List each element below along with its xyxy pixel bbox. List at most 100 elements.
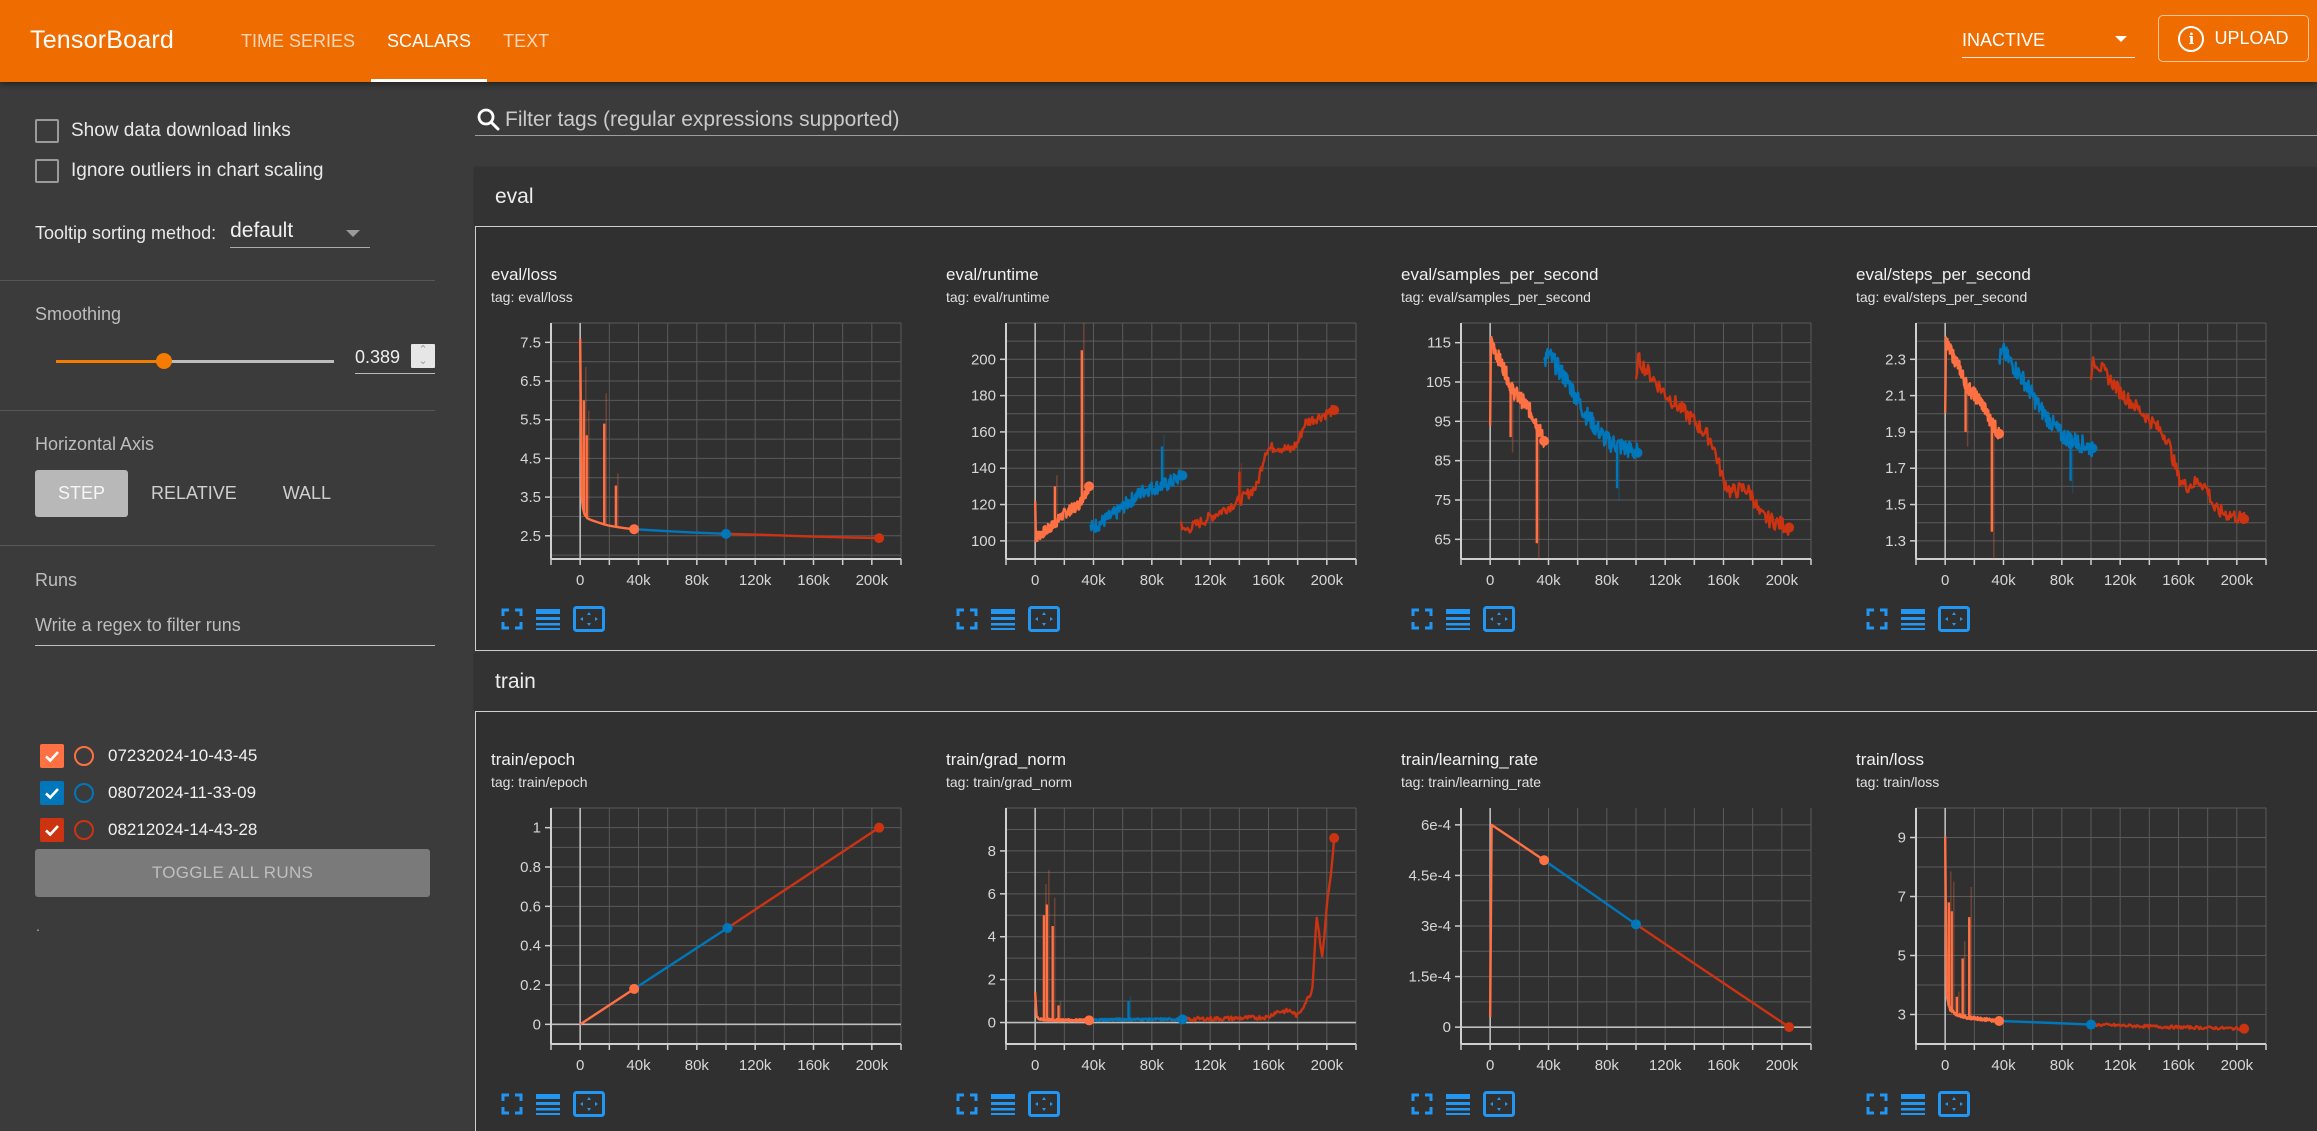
fit-domain-icon[interactable] — [573, 1091, 605, 1122]
toggle-log-scale-icon[interactable] — [1900, 1093, 1926, 1120]
toggle-log-scale-icon[interactable] — [535, 608, 561, 635]
tooltip-sorting-select[interactable]: default — [230, 218, 371, 248]
series-endpoint[interactable] — [874, 533, 885, 544]
series-line[interactable] — [1179, 404, 1336, 534]
series-endpoint[interactable] — [1084, 1015, 1095, 1026]
fit-domain-icon[interactable] — [1483, 606, 1515, 637]
series-line[interactable] — [1488, 823, 1545, 1018]
series-line[interactable] — [1088, 1017, 1183, 1023]
series-line[interactable] — [1999, 1019, 2092, 1026]
fullscreen-icon[interactable] — [501, 608, 523, 635]
smoothing-slider[interactable] — [56, 353, 334, 369]
show-download-links-option[interactable]: Show data download links — [35, 119, 291, 143]
fit-domain-icon[interactable] — [1938, 606, 1970, 637]
tab-time-series[interactable]: TIME SERIES — [225, 0, 371, 82]
chart-plot[interactable]: 0 40k 80k 120k 160k 200k 0 2 4 6 8 — [946, 798, 1386, 1088]
series-line[interactable] — [634, 528, 727, 536]
series-endpoint[interactable] — [1539, 436, 1550, 446]
chart-plot[interactable]: 0 40k 80k 120k 160k 200k 65 75 85 95 105 115 — [1401, 313, 1841, 603]
series-line[interactable] — [1634, 352, 1791, 536]
tag-filter-input[interactable]: Filter tags (regular expressions support… — [475, 104, 2317, 136]
chart-plot[interactable]: 0 40k 80k 120k 160k 200k 0 1.5e-4 3e-4 4.5e-4 6e-4 — [1401, 798, 1841, 1088]
chart-plot[interactable]: 0 40k 80k 120k 160k 200k 3 5 7 9 — [1856, 798, 2296, 1088]
fit-domain-icon[interactable] — [573, 606, 605, 637]
toggle-log-scale-icon[interactable] — [990, 608, 1016, 635]
series-line[interactable] — [633, 926, 729, 990]
series-endpoint[interactable] — [1329, 833, 1340, 844]
inactive-plugins-select[interactable]: INACTIVE — [1962, 26, 2135, 58]
tab-scalars[interactable]: SCALARS — [371, 0, 488, 82]
series-endpoint[interactable] — [1329, 405, 1340, 416]
run-color-swatch[interactable] — [74, 820, 94, 840]
run-color-swatch[interactable] — [74, 783, 94, 803]
fullscreen-icon[interactable] — [501, 1093, 523, 1120]
ignore-outliers-option[interactable]: Ignore outliers in chart scaling — [35, 159, 323, 183]
series-endpoint[interactable] — [1994, 428, 2005, 439]
smoothing-input[interactable]: 0.389 ⌃ ⌄ — [355, 344, 435, 374]
fit-domain-icon[interactable] — [1483, 1091, 1515, 1122]
series-endpoint[interactable] — [1994, 1015, 2005, 1026]
chart-plot[interactable]: 0 40k 80k 120k 160k 200k 100 120 140 160 180 200 — [946, 313, 1386, 603]
series-endpoint[interactable] — [1632, 447, 1643, 458]
group-eval-header[interactable]: eval — [475, 167, 2317, 226]
show-download-links-checkbox[interactable] — [35, 119, 59, 143]
toggle-log-scale-icon[interactable] — [1900, 608, 1926, 635]
fullscreen-icon[interactable] — [956, 608, 978, 635]
run-item[interactable]: 08072024-11-33-09 — [40, 780, 256, 806]
series-line[interactable] — [579, 987, 635, 1026]
series-endpoint[interactable] — [1084, 481, 1095, 492]
run-checkbox[interactable] — [40, 818, 64, 842]
fullscreen-icon[interactable] — [1866, 1093, 1888, 1120]
toggle-all-runs-button[interactable]: TOGGLE ALL RUNS — [35, 849, 430, 897]
series-endpoint[interactable] — [1784, 1022, 1795, 1033]
run-item[interactable]: 07232024-10-43-45 — [40, 743, 257, 769]
toggle-log-scale-icon[interactable] — [990, 1093, 1016, 1120]
series-endpoint[interactable] — [721, 528, 731, 539]
toggle-log-scale-icon[interactable] — [535, 1093, 561, 1120]
series-endpoint[interactable] — [1177, 1014, 1188, 1025]
series-endpoint[interactable] — [722, 922, 733, 933]
run-checkbox[interactable] — [40, 744, 64, 768]
series-line[interactable] — [1181, 837, 1336, 1023]
series-endpoint[interactable] — [1177, 470, 1188, 481]
series-endpoint[interactable] — [1631, 919, 1641, 930]
series-line[interactable] — [726, 826, 880, 929]
series-line[interactable] — [2089, 1021, 2245, 1032]
series-line[interactable] — [2089, 356, 2246, 525]
toggle-log-scale-icon[interactable] — [1445, 608, 1471, 635]
series-line[interactable] — [1543, 347, 1639, 460]
series-endpoint[interactable] — [874, 822, 885, 833]
series-endpoint[interactable] — [2087, 443, 2098, 454]
fullscreen-icon[interactable] — [1411, 1093, 1433, 1120]
fullscreen-icon[interactable] — [1866, 608, 1888, 635]
axis-step-button[interactable]: STEP — [35, 470, 129, 517]
run-checkbox[interactable] — [40, 781, 64, 805]
series-endpoint[interactable] — [629, 524, 640, 535]
fit-domain-icon[interactable] — [1938, 1091, 1970, 1122]
series-line[interactable] — [1635, 923, 1790, 1029]
series-endpoint[interactable] — [1784, 522, 1795, 533]
chart-plot[interactable]: 0 40k 80k 120k 160k 200k 0 0.2 0.4 0.6 0.8 1 — [491, 798, 931, 1088]
tab-text[interactable]: TEXT — [487, 0, 565, 82]
run-color-swatch[interactable] — [74, 746, 94, 766]
fit-domain-icon[interactable] — [1028, 1091, 1060, 1122]
series-line[interactable] — [1997, 342, 2094, 458]
run-item[interactable]: 08212024-14-43-28 — [40, 817, 257, 843]
chart-plot[interactable]: 0 40k 80k 120k 160k 200k 2.5 3.5 4.5 5.5 6.5 7.5 — [491, 313, 931, 603]
series-endpoint[interactable] — [629, 983, 640, 994]
series-line[interactable] — [1543, 859, 1637, 926]
series-endpoint[interactable] — [1539, 855, 1550, 866]
spinner-icon[interactable]: ⌃ ⌄ — [411, 344, 435, 368]
runs-filter-input[interactable]: Write a regex to filter runs — [35, 612, 435, 646]
axis-relative-button[interactable]: RELATIVE — [128, 470, 260, 517]
fullscreen-icon[interactable] — [956, 1093, 978, 1120]
series-endpoint[interactable] — [2239, 514, 2250, 525]
axis-wall-button[interactable]: WALL — [260, 470, 354, 517]
ignore-outliers-checkbox[interactable] — [35, 159, 59, 183]
group-train-header[interactable]: train — [475, 652, 2317, 711]
upload-button[interactable]: i UPLOAD — [2158, 15, 2309, 62]
toggle-log-scale-icon[interactable] — [1445, 1093, 1471, 1120]
fit-domain-icon[interactable] — [1028, 606, 1060, 637]
chart-plot[interactable]: 0 40k 80k 120k 160k 200k 1.3 1.5 1.7 1.9 2.1 2.3 — [1856, 313, 2296, 603]
smoothing-slider-thumb[interactable] — [156, 353, 173, 369]
